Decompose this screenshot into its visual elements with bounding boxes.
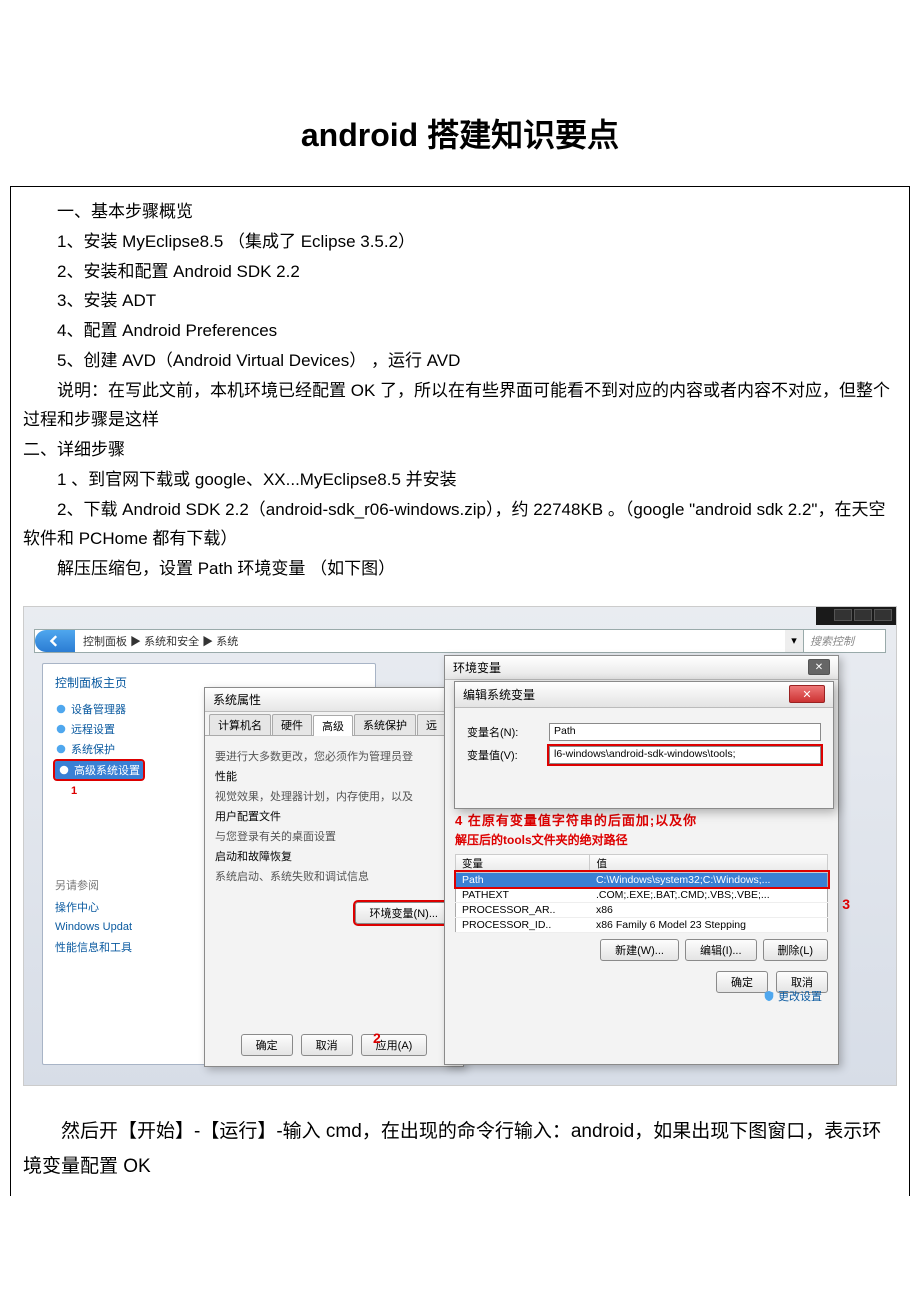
step-4: 4、配置 Android Preferences <box>23 316 897 346</box>
env-var-screenshot: 控制面板 ▶ 系统和安全 ▶ 系统 ▾ 搜索控制 www 控制面板主页 设备管理… <box>23 606 897 1086</box>
detail-1: 1 、到官网下载或 google、XX...MyEclipse8.5 并安装 <box>23 465 897 495</box>
tab-advanced[interactable]: 高级 <box>313 715 353 736</box>
sidebar-advanced-settings[interactable]: 高级系统设置 <box>55 761 143 779</box>
cancel-button[interactable]: 取消 <box>301 1034 353 1056</box>
breadcrumb[interactable]: 控制面板 ▶ 系统和安全 ▶ 系统 <box>75 633 785 649</box>
cell-var[interactable]: PROCESSOR_AR.. <box>456 902 590 917</box>
system-properties-dialog: 系统属性 计算机名 硬件 高级 系统保护 远 要进行大多数更改，您必须作为管理员… <box>204 687 464 1067</box>
change-settings-label: 更改设置 <box>778 988 822 1004</box>
env-var-button[interactable]: 环境变量(N)... <box>355 902 453 924</box>
heading-2: 二、详细步骤 <box>23 435 897 465</box>
edit-button[interactable]: 编辑(I)... <box>685 939 757 961</box>
tab-remote[interactable]: 远 <box>417 714 446 735</box>
back-button-icon[interactable] <box>35 630 75 652</box>
close-icon[interactable]: ✕ <box>808 659 830 675</box>
cell-val[interactable]: .COM;.EXE;.BAT;.CMD;.VBS;.VBE;... <box>590 887 828 902</box>
perf-title: 性能 <box>215 768 453 784</box>
callout-4-line2: 解压后的tools文件夹的绝对路径 <box>455 831 828 848</box>
dialog-title: 系统属性 <box>205 688 463 712</box>
callout-4-line1: 4 在原有变量值字符串的后面加;以及你 <box>455 810 828 829</box>
tab-computer-name[interactable]: 计算机名 <box>209 714 271 735</box>
intro-text: 一、基本步骤概览 1、安装 MyEclipse8.5 （集成了 Eclipse … <box>11 197 909 592</box>
tab-hardware[interactable]: 硬件 <box>272 714 312 735</box>
cell-val[interactable]: C:\Windows\system32;C:\Windows;... <box>590 872 828 887</box>
step-1: 1、安装 MyEclipse8.5 （集成了 Eclipse 3.5.2） <box>23 227 897 257</box>
minimize-icon[interactable] <box>834 609 852 621</box>
sidebar-label: 设备管理器 <box>71 701 126 717</box>
doc-body: 一、基本步骤概览 1、安装 MyEclipse8.5 （集成了 Eclipse … <box>10 186 910 1196</box>
var-value-label: 变量值(V): <box>467 747 537 763</box>
var-value-field[interactable]: l6-windows\android-sdk-windows\tools; <box>549 746 821 764</box>
heading-1: 一、基本步骤概览 <box>23 197 897 227</box>
callout-3: 3 <box>842 896 850 912</box>
delete-button[interactable]: 删除(L) <box>763 939 828 961</box>
search-input[interactable]: 搜索控制 <box>803 630 883 652</box>
system-vars-table[interactable]: 变量值 PathC:\Windows\system32;C:\Windows;.… <box>455 854 828 933</box>
dialog-title: 编辑系统变量 <box>463 686 535 703</box>
close-icon[interactable] <box>874 609 892 621</box>
callout-2: 2 <box>373 1030 381 1046</box>
address-bar[interactable]: 控制面板 ▶ 系统和安全 ▶ 系统 ▾ 搜索控制 <box>34 629 886 653</box>
apply-button[interactable]: 应用(A) <box>361 1034 428 1056</box>
cell-var[interactable]: Path <box>456 872 590 887</box>
outro-text: 然后开【开始】-【运行】-输入 cmd，在出现的命令行输入：android，如果… <box>11 1094 909 1196</box>
maximize-icon[interactable] <box>854 609 872 621</box>
admin-note: 要进行大多数更改，您必须作为管理员登 <box>215 748 453 764</box>
ok-button[interactable]: 确定 <box>241 1034 293 1056</box>
sidebar-label: 远程设置 <box>71 721 115 737</box>
outro-paragraph: 然后开【开始】-【运行】-输入 cmd，在出现的命令行输入：android，如果… <box>23 1114 897 1184</box>
edit-system-variable-dialog: 编辑系统变量 ✕ 变量名(N): Path 变量值(V): l6-windows… <box>454 681 834 809</box>
tab-strip[interactable]: 计算机名 硬件 高级 系统保护 远 <box>205 712 463 736</box>
tab-protection[interactable]: 系统保护 <box>354 714 416 735</box>
perf-sub: 视觉效果，处理器计划，内存使用，以及 <box>215 788 453 804</box>
step-2: 2、安装和配置 Android SDK 2.2 <box>23 257 897 287</box>
sidebar-label: 系统保护 <box>71 741 115 757</box>
close-icon[interactable]: ✕ <box>789 685 825 703</box>
explorer-window: 控制面板 ▶ 系统和安全 ▶ 系统 ▾ 搜索控制 www 控制面板主页 设备管理… <box>24 607 896 1085</box>
dropdown-icon[interactable]: ▾ <box>785 630 803 652</box>
boot-title: 启动和故障恢复 <box>215 848 453 864</box>
window-controls[interactable] <box>816 607 896 625</box>
col-val: 值 <box>590 854 828 872</box>
ok-button[interactable]: 确定 <box>716 971 768 993</box>
profile-title: 用户配置文件 <box>215 808 453 824</box>
cell-var[interactable]: PATHEXT <box>456 887 590 902</box>
var-name-label: 变量名(N): <box>467 724 537 740</box>
cell-var[interactable]: PROCESSOR_ID.. <box>456 917 590 932</box>
cell-val[interactable]: x86 Family 6 Model 23 Stepping <box>590 917 828 932</box>
detail-2: 2、下载 Android SDK 2.2（android-sdk_r06-win… <box>23 495 897 555</box>
new-button[interactable]: 新建(W)... <box>600 939 679 961</box>
sidebar-label: 高级系统设置 <box>74 762 140 778</box>
cell-val[interactable]: x86 <box>590 902 828 917</box>
var-name-field[interactable]: Path <box>549 723 821 741</box>
dialog-title: 环境变量 <box>453 659 501 676</box>
step-5: 5、创建 AVD（Android Virtual Devices） ，运行 AV… <box>23 346 897 376</box>
change-settings-link[interactable]: 更改设置 <box>763 988 822 1004</box>
doc-title: android 搭建知识要点 <box>10 110 910 156</box>
note: 说明：在写此文前，本机环境已经配置 OK 了，所以在有些界面可能看不到对应的内容… <box>23 376 897 436</box>
shield-icon <box>763 990 775 1002</box>
profile-sub: 与您登录有关的桌面设置 <box>215 828 453 844</box>
detail-3: 解压压缩包，设置 Path 环境变量 （如下图） <box>23 554 897 584</box>
col-var: 变量 <box>456 854 590 872</box>
step-3: 3、安装 ADT <box>23 286 897 316</box>
boot-sub: 系统启动、系统失败和调试信息 <box>215 868 453 884</box>
